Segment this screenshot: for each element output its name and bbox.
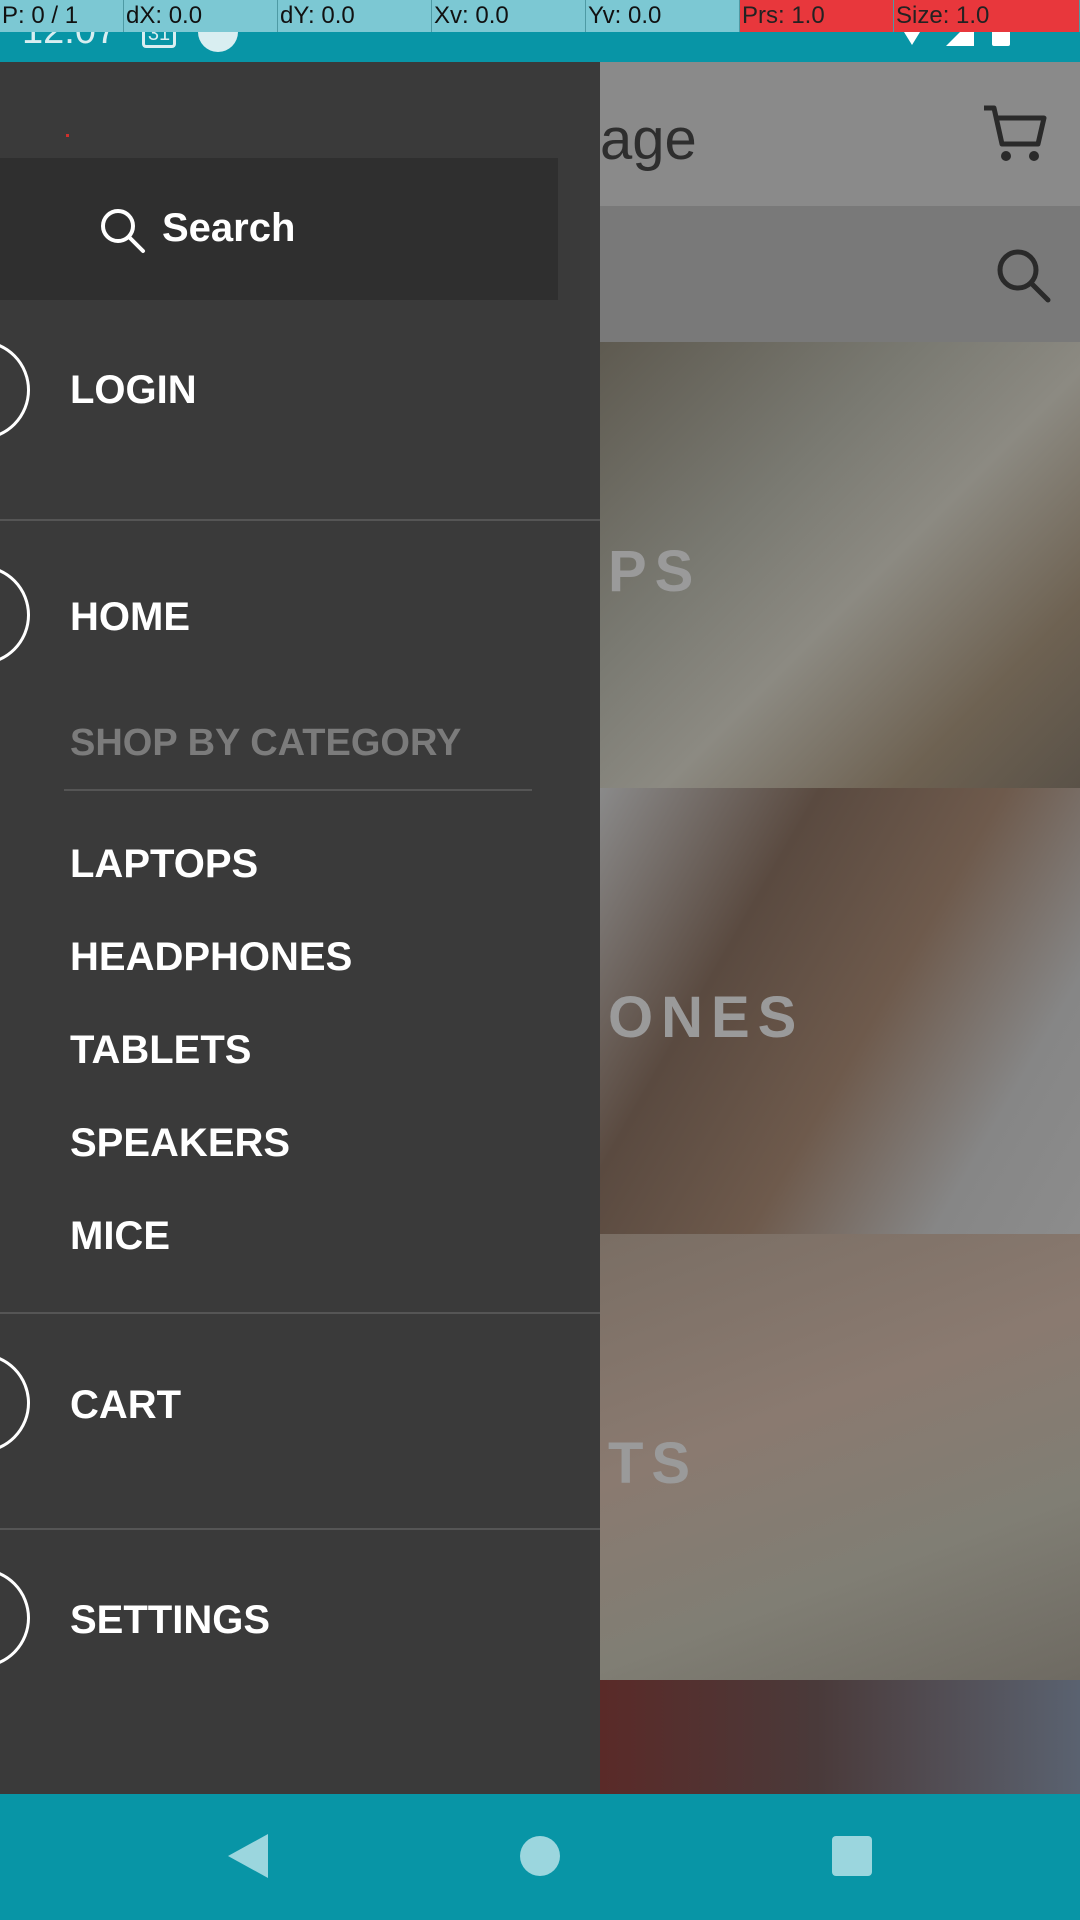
app-toolbar: age (600, 62, 1080, 206)
search-icon[interactable] (994, 246, 1054, 306)
section-divider (64, 789, 532, 791)
app-search-bar[interactable] (600, 206, 1080, 342)
category-tile-laptops[interactable]: PS (600, 342, 1080, 788)
cart-icon[interactable] (980, 100, 1050, 170)
category-tile-label: PS (608, 539, 702, 604)
category-item-tablets[interactable]: TABLETS (70, 1028, 251, 1073)
debug-pressure: Prs: 1.0 (740, 0, 894, 32)
drawer-header (66, 134, 69, 137)
drawer-search-label: Search (162, 206, 296, 250)
drawer-divider (0, 1528, 600, 1530)
category-item-laptops[interactable]: LAPTOPS (70, 842, 258, 887)
drawer-divider (0, 519, 600, 521)
screen: P: 0 / 1 dX: 0.0 dY: 0.0 Xv: 0.0 Yv: 0.0… (0, 0, 1080, 1920)
shop-by-category-header: SHOP BY CATEGORY (70, 722, 462, 764)
system-nav-bar (0, 1794, 1080, 1920)
drawer-search-button[interactable]: Search (0, 158, 558, 300)
nav-item-settings-label: SETTINGS (70, 1598, 271, 1642)
recents-square-icon[interactable] (832, 1836, 872, 1876)
nav-item-cart[interactable]: CART (0, 1345, 600, 1475)
nav-item-home-label: HOME (70, 595, 190, 639)
debug-size: Size: 1.0 (894, 0, 1080, 32)
nav-item-login[interactable]: LOGIN (0, 332, 600, 462)
nav-item-login-label: LOGIN (70, 368, 197, 412)
navigation-drawer: Search LOGIN HOME SHOP BY CATEGORY LAPTO… (0, 62, 600, 1794)
search-icon-graphic (101, 209, 145, 253)
category-tile-label: TS (608, 1431, 699, 1496)
cart-icon-graphic (984, 105, 1047, 161)
pointer-debug-overlay: P: 0 / 1 dX: 0.0 dY: 0.0 Xv: 0.0 Yv: 0.0… (0, 0, 1080, 32)
category-tile-label: ONES (608, 985, 805, 1050)
debug-yv: Yv: 0.0 (586, 0, 740, 32)
debug-dx: dX: 0.0 (124, 0, 278, 32)
page-title: age (600, 107, 697, 172)
search-icon-graphic (997, 249, 1051, 303)
category-tile-tablets[interactable]: TS (600, 1234, 1080, 1680)
category-tile-speakers[interactable] (600, 1680, 1080, 1794)
back-triangle-icon[interactable] (228, 1834, 268, 1878)
category-item-headphones[interactable]: HEADPHONES (70, 935, 352, 980)
home-circle-icon[interactable] (520, 1836, 560, 1876)
home-icon (0, 565, 30, 665)
search-icon (98, 206, 148, 256)
category-tile-headphones[interactable]: ONES (600, 788, 1080, 1234)
nav-item-cart-label: CART (70, 1383, 182, 1427)
user-avatar-icon (0, 340, 30, 440)
cart-icon (0, 1353, 30, 1453)
category-item-mice[interactable]: MICE (70, 1214, 170, 1259)
category-item-speakers[interactable]: SPEAKERS (70, 1121, 290, 1166)
debug-xv: Xv: 0.0 (432, 0, 586, 32)
settings-icon (0, 1568, 30, 1668)
nav-item-settings[interactable]: SETTINGS (0, 1560, 600, 1690)
drawer-divider (0, 1312, 600, 1314)
nav-item-home[interactable]: HOME (0, 557, 600, 687)
debug-pointer-count: P: 0 / 1 (0, 0, 124, 32)
debug-dy: dY: 0.0 (278, 0, 432, 32)
